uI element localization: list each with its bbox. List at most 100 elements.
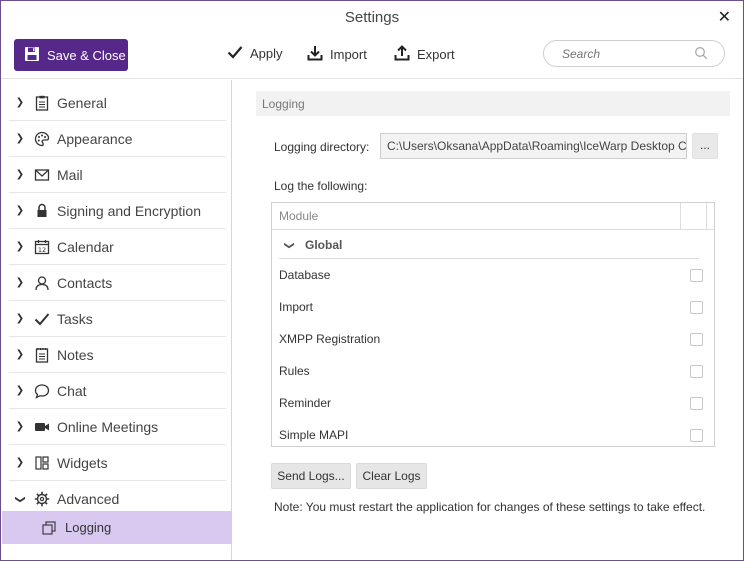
log-following-label: Log the following: [274, 179, 368, 193]
sidebar-item-calendar[interactable]: ❯ 12 Calendar [9, 229, 226, 265]
section-title: Logging [256, 91, 730, 116]
import-label: Import [330, 47, 367, 62]
window-title: Settings [344, 9, 400, 26]
speech-bubble-icon [31, 383, 53, 399]
module-name: Simple MAPI [279, 428, 349, 442]
apply-button[interactable]: Apply [227, 45, 283, 62]
clipboard-icon [31, 95, 53, 111]
sidebar-item-contacts[interactable]: ❯ Contacts [9, 265, 226, 301]
chevron-right-icon[interactable]: ❯ [9, 205, 31, 216]
save-close-button[interactable]: Save & Close [14, 39, 128, 71]
sidebar-item-label: Mail [57, 166, 83, 183]
column-header-module[interactable]: Module [279, 209, 318, 223]
module-name: Database [279, 268, 331, 282]
sidebar-item-chat[interactable]: ❯ Chat [9, 373, 226, 409]
apply-label: Apply [250, 46, 283, 61]
search-icon[interactable] [694, 46, 708, 63]
chevron-right-icon[interactable]: ❯ [9, 277, 31, 288]
lock-icon [31, 203, 53, 219]
save-close-label: Save & Close [47, 47, 126, 63]
palette-icon [31, 131, 53, 147]
sidebar-item-notes[interactable]: ❯ Notes [9, 337, 226, 373]
chevron-down-icon[interactable]: ❯ [284, 235, 295, 255]
module-checkbox[interactable] [690, 332, 703, 346]
logging-directory-label: Logging directory: [274, 140, 370, 154]
settings-window: Settings ✕ Save & Close Apply Import Exp… [0, 0, 744, 561]
search-box[interactable] [543, 40, 725, 67]
chevron-right-icon[interactable]: ❯ [9, 457, 31, 468]
module-checkbox[interactable] [690, 268, 703, 282]
sidebar-item-widgets[interactable]: ❯ Widgets [9, 445, 226, 481]
sidebar-item-label: Signing and Encryption [57, 202, 201, 219]
widgets-icon [31, 455, 53, 470]
sidebar-item-label: Appearance [57, 130, 133, 147]
table-row: Import [279, 291, 703, 323]
table-row: Simple MAPI [279, 419, 703, 446]
module-name: XMPP Registration [279, 332, 381, 346]
sidebar-item-general[interactable]: ❯ General [9, 85, 226, 121]
export-button[interactable]: Export [394, 45, 455, 64]
logging-directory-field[interactable]: C:\Users\Oksana\AppData\Roaming\IceWarp … [380, 133, 687, 159]
svg-text:12: 12 [38, 246, 46, 254]
export-label: Export [417, 47, 455, 62]
browse-button[interactable]: ... [692, 133, 718, 159]
sidebar-item-label: Widgets [57, 454, 108, 471]
import-button[interactable]: Import [307, 45, 367, 64]
chevron-right-icon[interactable]: ❯ [9, 421, 31, 432]
person-icon [31, 275, 53, 291]
sidebar-item-label: Tasks [57, 310, 93, 327]
sidebar-item-label: Notes [57, 346, 94, 363]
sidebar: ❯ General ❯ Appearance ❯ Mail ❯ Signing … [1, 80, 232, 560]
calendar-icon: 12 [31, 239, 53, 255]
table-row: XMPP Registration [279, 323, 703, 355]
envelope-icon [31, 168, 53, 182]
restart-note: Note: You must restart the application f… [274, 500, 706, 514]
close-icon[interactable]: ✕ [718, 7, 731, 27]
module-name: Import [279, 300, 314, 314]
chevron-right-icon[interactable]: ❯ [9, 169, 31, 180]
notepad-icon [31, 347, 53, 363]
sidebar-item-label: Chat [57, 382, 87, 399]
sidebar-item-label: Contacts [57, 274, 113, 291]
log-document-icon [42, 520, 56, 535]
search-input[interactable] [562, 46, 692, 61]
module-name: Rules [279, 364, 310, 378]
group-global[interactable]: ❯ Global [279, 232, 699, 259]
checkmark-icon [227, 45, 243, 62]
column-divider [706, 203, 707, 230]
module-checkbox[interactable] [690, 300, 703, 314]
gear-icon [31, 491, 53, 507]
module-checkbox[interactable] [690, 428, 703, 442]
import-icon [307, 45, 323, 64]
sidebar-item-online-meetings[interactable]: ❯ Online Meetings [9, 409, 226, 445]
title-bar: Settings ✕ [1, 1, 743, 35]
sidebar-item-logging[interactable]: Logging [2, 511, 232, 544]
clear-logs-button[interactable]: Clear Logs [356, 463, 427, 489]
column-divider [680, 203, 681, 230]
table-row: Rules [279, 355, 703, 387]
video-camera-icon [31, 421, 53, 433]
sidebar-item-mail[interactable]: ❯ Mail [9, 157, 226, 193]
sidebar-item-appearance[interactable]: ❯ Appearance [9, 121, 226, 157]
sidebar-item-label: Calendar [57, 238, 114, 255]
toolbar: Save & Close Apply Import Export [1, 35, 743, 79]
sidebar-item-label: Logging [65, 520, 112, 535]
sidebar-item-tasks[interactable]: ❯ Tasks [9, 301, 226, 337]
module-checkbox[interactable] [690, 364, 703, 378]
chevron-right-icon[interactable]: ❯ [9, 385, 31, 396]
module-checkbox[interactable] [690, 396, 703, 410]
table-row: Reminder [279, 387, 703, 419]
chevron-right-icon[interactable]: ❯ [9, 313, 31, 324]
sidebar-item-label: Advanced [57, 491, 120, 507]
export-icon [394, 45, 410, 64]
chevron-right-icon[interactable]: ❯ [9, 133, 31, 144]
chevron-down-icon[interactable]: ❯ [15, 488, 26, 510]
chevron-right-icon[interactable]: ❯ [9, 241, 31, 252]
table-header: Module [272, 203, 714, 230]
sidebar-item-signing-encryption[interactable]: ❯ Signing and Encryption [9, 193, 226, 229]
group-label: Global [305, 238, 343, 252]
chevron-right-icon[interactable]: ❯ [9, 97, 31, 108]
send-logs-button[interactable]: Send Logs... [271, 463, 351, 489]
sidebar-item-label: General [57, 94, 107, 111]
chevron-right-icon[interactable]: ❯ [9, 349, 31, 360]
